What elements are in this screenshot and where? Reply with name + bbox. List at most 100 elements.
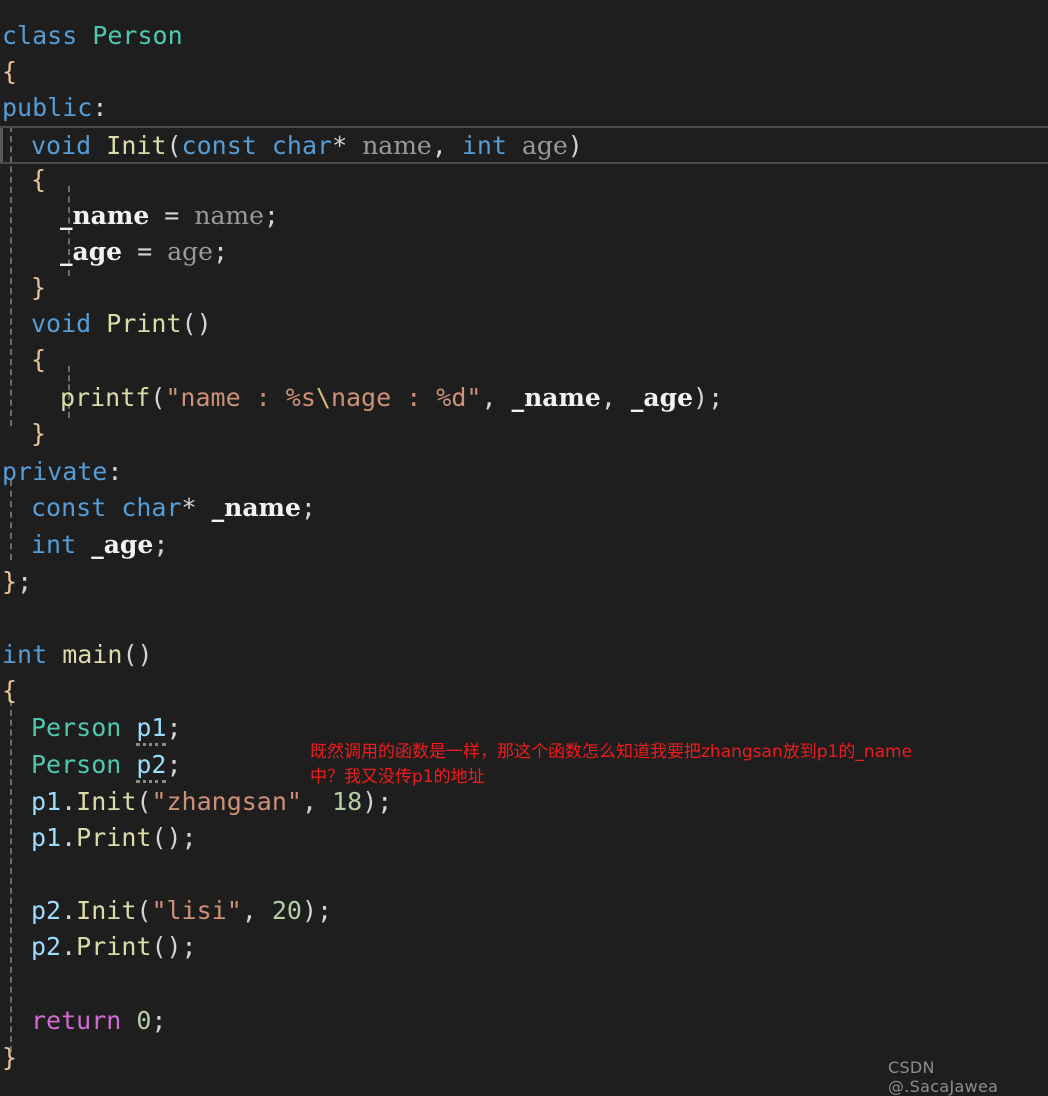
- code-token-brace: }: [31, 273, 47, 302]
- code-editor[interactable]: class Person{public: void Init(const char…: [0, 0, 1048, 1096]
- code-token-op: (: [136, 787, 152, 816]
- code-token-op: ();: [151, 932, 197, 961]
- code-token-op: ;: [212, 237, 229, 266]
- code-line[interactable]: const char* _name;: [0, 490, 1048, 526]
- code-token-kw: private: [2, 457, 108, 486]
- code-line[interactable]: _age = age;: [0, 234, 1048, 270]
- code-line[interactable]: class Person: [0, 18, 1048, 54]
- code-token-op: .: [61, 932, 77, 961]
- code-token-op: :: [92, 93, 108, 122]
- code-token-kw: char: [121, 493, 182, 522]
- code-line-text: void Print(): [31, 306, 212, 342]
- code-line[interactable]: return 0;: [0, 1003, 1048, 1039]
- code-token-field: _name: [511, 383, 601, 412]
- code-token-kw: int: [31, 530, 92, 559]
- code-line[interactable]: p1.Print();: [0, 820, 1048, 856]
- code-token-op: ): [567, 131, 583, 160]
- code-line-text: public:: [2, 90, 107, 126]
- code-token-op: .: [61, 896, 77, 925]
- code-token-op: (: [166, 131, 182, 160]
- code-line[interactable]: _name = name;: [0, 198, 1048, 234]
- code-token-op: ,: [241, 896, 272, 925]
- code-line-text: p1.Print();: [31, 820, 197, 856]
- code-token-brace: }: [2, 567, 18, 596]
- code-token-fn: Init: [76, 896, 137, 925]
- code-token-op: =: [122, 237, 168, 266]
- red-annotation-text: 既然调用的函数是一样，那这个函数怎么知道我要把zhangsan放到p1的_nam…: [310, 742, 913, 787]
- code-token-op: ;: [153, 530, 169, 559]
- code-token-num: 20: [271, 896, 302, 925]
- code-line-text: p2.Print();: [31, 929, 197, 965]
- code-token-var: p2: [31, 932, 62, 961]
- code-token-num: 0: [136, 1006, 152, 1035]
- code-token-kw: void: [31, 131, 107, 160]
- code-line[interactable]: {: [0, 162, 1048, 198]
- code-token-op: ;: [17, 567, 33, 596]
- code-token-field: _name: [60, 201, 150, 230]
- code-token-brace: {: [31, 345, 47, 374]
- code-line[interactable]: int _age;: [0, 527, 1048, 563]
- code-token-fn: Print: [76, 823, 152, 852]
- code-line[interactable]: printf("name : %s\nage : %d", _name, _ag…: [0, 380, 1048, 416]
- code-line[interactable]: }: [0, 270, 1048, 306]
- code-token-type: Person: [31, 713, 137, 742]
- code-line-text: Person p2;: [31, 747, 182, 783]
- code-token-op: ,: [600, 383, 631, 412]
- code-line[interactable]: {: [0, 342, 1048, 378]
- code-line-text: Person p1;: [31, 710, 182, 746]
- code-token-fn: Print: [76, 932, 152, 961]
- code-token-kwpink: return: [31, 1006, 137, 1035]
- code-line[interactable]: private:: [0, 454, 1048, 490]
- code-line-current[interactable]: void Init(const char* name, int age): [0, 126, 1048, 164]
- code-line-text: }: [31, 270, 46, 306]
- code-line-text: {: [2, 673, 17, 709]
- code-token-var: p1: [31, 787, 62, 816]
- code-token-brace: }: [2, 1043, 18, 1072]
- code-token-op: *: [332, 131, 363, 160]
- code-token-op: (): [122, 640, 153, 669]
- code-token-field: _age: [91, 530, 154, 559]
- code-token-op: *: [181, 493, 212, 522]
- code-token-str: "lisi": [151, 896, 242, 925]
- code-token-op: ,: [301, 787, 333, 816]
- code-line[interactable]: };: [0, 564, 1048, 600]
- code-line-text: class Person: [2, 18, 183, 54]
- code-line-text: int _age;: [31, 527, 168, 563]
- code-token-op: ;: [263, 201, 279, 230]
- code-token-op: ;: [300, 493, 316, 522]
- code-token-op: ;: [166, 750, 182, 779]
- code-token-op: );: [693, 383, 724, 412]
- code-token-kw: const: [181, 131, 272, 160]
- code-token-op: ();: [151, 823, 197, 852]
- code-line[interactable]: int main(): [0, 637, 1048, 673]
- code-line[interactable]: {: [0, 673, 1048, 709]
- watermark-label: CSDN @.SacaJawea: [888, 1058, 999, 1096]
- code-line[interactable]: }: [0, 416, 1048, 452]
- code-line-text: private:: [2, 454, 122, 490]
- code-line-text: _age = age;: [60, 234, 228, 270]
- code-line[interactable]: {: [0, 54, 1048, 90]
- code-line[interactable]: p2.Print();: [0, 929, 1048, 965]
- code-token-fn: Init: [106, 131, 167, 160]
- code-token-kw: const: [31, 493, 122, 522]
- code-line[interactable]: void Print(): [0, 306, 1048, 342]
- code-token-fn: printf: [60, 383, 151, 412]
- code-line[interactable]: public:: [0, 90, 1048, 126]
- code-token-field: _age: [60, 237, 123, 266]
- code-token-brace: }: [31, 419, 47, 448]
- code-token-op: :: [107, 457, 123, 486]
- code-token-str: "zhangsan": [151, 787, 302, 816]
- code-token-type: Person: [31, 750, 137, 779]
- code-token-brace: {: [2, 676, 18, 705]
- code-line-text: }: [31, 416, 46, 452]
- code-token-kw: int: [461, 131, 523, 160]
- code-line[interactable]: p2.Init("lisi", 20);: [0, 893, 1048, 929]
- code-token-num: 18: [332, 787, 363, 816]
- code-token-kw: void: [31, 309, 107, 338]
- code-line-text: {: [2, 54, 17, 90]
- code-token-type: Person: [92, 21, 183, 50]
- code-token-op: ;: [151, 1006, 167, 1035]
- code-token-param: name: [362, 131, 432, 160]
- code-line-text: _name = name;: [60, 198, 279, 234]
- code-token-kw: int: [2, 640, 63, 669]
